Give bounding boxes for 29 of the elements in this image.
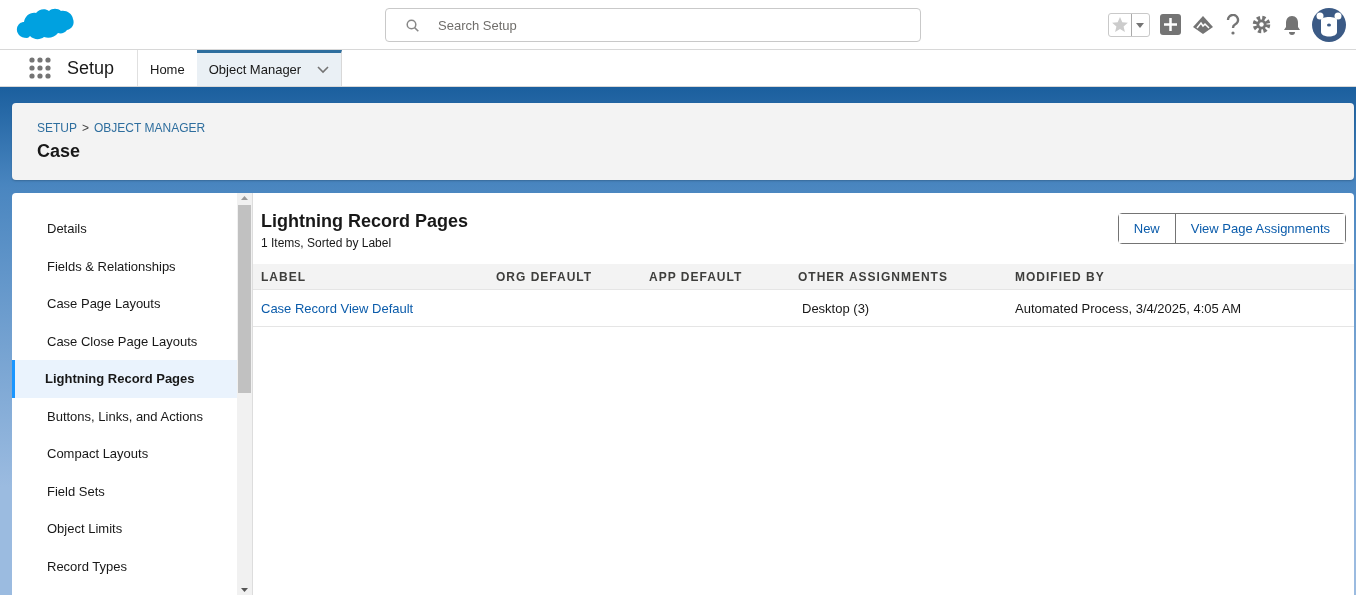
column-header[interactable]: MODIFIED BY [1007, 264, 1354, 290]
sidebar-item[interactable]: Fields & Relationships [12, 247, 237, 285]
page-title: Case [37, 141, 82, 162]
breadcrumb-link[interactable]: OBJECT MANAGER [94, 121, 206, 135]
sidebar-item[interactable]: Object Limits [12, 510, 237, 548]
nav-tab[interactable]: Object Manager [196, 50, 343, 86]
sidebar-item[interactable]: Lightning Record Pages [12, 360, 237, 398]
table-cell: Automated Process, 3/4/2025, 4:05 AM [1015, 300, 1242, 316]
app-name: Setup [67, 57, 115, 79]
record-link[interactable]: Case Record View Default [261, 300, 414, 316]
column-header[interactable]: LABEL [253, 264, 488, 290]
breadcrumb-link[interactable]: SETUP [37, 121, 77, 135]
sidebar-item[interactable]: Details [12, 210, 237, 248]
action-button[interactable]: View Page Assignments [1174, 214, 1345, 243]
column-header[interactable]: OTHER ASSIGNMENTS [790, 264, 1007, 290]
sidebar-item[interactable]: Case Page Layouts [12, 285, 237, 323]
sidebar-item[interactable]: Record Types [12, 547, 237, 585]
sidebar-item[interactable]: Buttons, Links, and Actions [12, 397, 237, 435]
column-header[interactable]: ORG DEFAULT [488, 264, 641, 290]
search-field[interactable]: Search Setup [385, 8, 921, 42]
sidebar-item[interactable]: Compact Layouts [12, 435, 237, 473]
nav-tab[interactable]: Home [138, 50, 197, 86]
table-cell: Desktop (3) [802, 300, 870, 316]
breadcrumb-separator: > [82, 121, 90, 135]
section-title: Lightning Record Pages [261, 211, 469, 232]
sidebar-item[interactable]: Case Close Page Layouts [12, 322, 237, 360]
section-subtitle: 1 Items, Sorted by Label [261, 236, 393, 250]
column-header[interactable]: APP DEFAULT [641, 264, 790, 290]
sidebar-item[interactable]: Field Sets [12, 472, 237, 510]
